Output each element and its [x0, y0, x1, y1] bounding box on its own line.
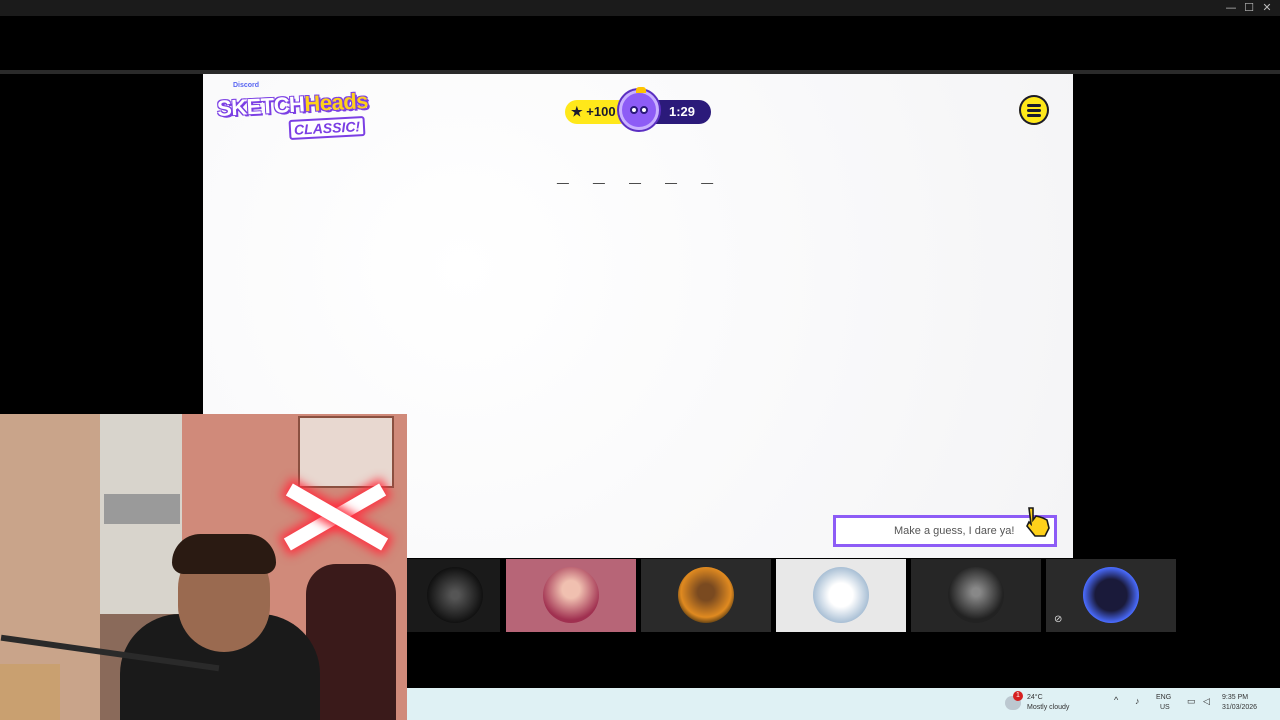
word-blanks: _ _ _ _ _	[556, 160, 720, 184]
chevron-up-icon[interactable]: ^	[1114, 696, 1118, 705]
window-titlebar: — ☐ ✕	[0, 0, 1280, 16]
hamburger-icon	[1027, 104, 1041, 107]
language-top[interactable]: ENG	[1156, 693, 1171, 702]
logo-heads: Heads	[303, 88, 369, 117]
avatar	[543, 567, 599, 623]
display-icon[interactable]: ▭	[1187, 697, 1196, 706]
clock-bell	[636, 87, 646, 93]
player-tile[interactable]	[776, 559, 906, 632]
maximize-icon[interactable]: ☐	[1240, 1, 1258, 15]
cam-box	[0, 664, 60, 720]
avatar	[427, 567, 483, 623]
alarm-clock-icon	[619, 87, 659, 130]
avatar	[1083, 567, 1139, 623]
avatar	[678, 567, 734, 623]
logo-classic: CLASSIC!	[288, 116, 366, 140]
hand-cursor-icon	[1026, 507, 1050, 537]
cam-poster	[298, 416, 394, 488]
sketchheads-logo: Discord SKETCHHeads CLASSIC!	[216, 82, 373, 140]
minimize-icon[interactable]: —	[1222, 1, 1240, 15]
webcam-feed	[0, 414, 407, 720]
language-bottom[interactable]: US	[1160, 703, 1170, 712]
discord-label: Discord	[233, 82, 260, 89]
player-tile[interactable]	[407, 559, 500, 632]
player-tile[interactable]: ⊘	[1046, 559, 1176, 632]
player-tile[interactable]	[506, 559, 636, 632]
player-list: ⊘	[407, 558, 1280, 634]
clock-date[interactable]: 31/03/2026	[1222, 703, 1257, 712]
weather-badge: 1	[1013, 691, 1023, 701]
hamburger-bar	[1027, 114, 1041, 117]
avatar	[948, 567, 1004, 623]
clock-eye-right	[640, 106, 648, 114]
microphone-icon[interactable]: ♪	[1135, 697, 1140, 706]
player-tile[interactable]	[911, 559, 1041, 632]
clock-eye-left	[630, 106, 638, 114]
weather-temp[interactable]: 24°C	[1027, 693, 1043, 702]
player-tile[interactable]	[641, 559, 771, 632]
clock-time[interactable]: 9:35 PM	[1222, 693, 1248, 702]
close-icon[interactable]: ✕	[1258, 1, 1276, 15]
cam-person-hair	[172, 534, 276, 574]
hamburger-bar	[1027, 109, 1041, 112]
menu-button[interactable]	[1019, 95, 1049, 125]
camera-off-icon: ⊘	[1054, 614, 1063, 625]
round-hud: ★ +100 1:29	[565, 87, 711, 130]
speaker-icon[interactable]: ◁	[1203, 697, 1210, 706]
weather-desc[interactable]: Mostly cloudy	[1027, 703, 1069, 712]
logo-sketch: SKETCH	[216, 91, 306, 121]
system-taskbar: 1 24°C Mostly cloudy ^ ♪ ENG US ▭ ◁ 9:35…	[407, 688, 1280, 720]
avatar	[813, 567, 869, 623]
cam-kitchen	[104, 494, 180, 524]
